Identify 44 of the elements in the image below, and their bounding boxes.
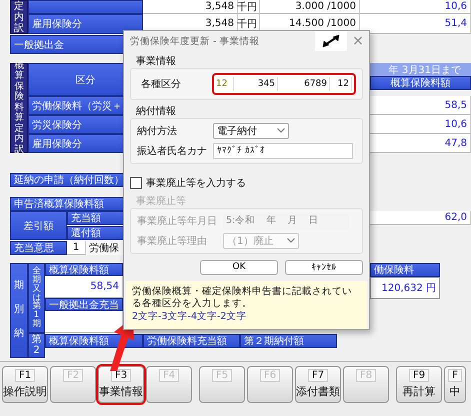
side-label: 第2 bbox=[28, 333, 45, 358]
help-text: 労働保険概算・確定保険料申告書に記載されている各種区分を入力します。 bbox=[132, 286, 353, 311]
row-label: 差引額 bbox=[10, 211, 67, 240]
column-header: 第２期納付額 bbox=[240, 334, 337, 348]
side-label: 定内訳 bbox=[10, 0, 28, 34]
column-header: 労働保険料充当額 bbox=[143, 334, 240, 348]
premium-cell: 51,4 bbox=[360, 14, 471, 34]
amount-cell: 58,54 bbox=[45, 276, 123, 298]
column-header: 概算保険料額 bbox=[45, 334, 143, 348]
amount-cell: 10,6 bbox=[370, 115, 471, 134]
column-header: 概算保険料額 bbox=[45, 263, 123, 276]
premium-cell: 10,6 bbox=[360, 0, 471, 14]
category-input-field[interactable]: 12 345 6789 12 bbox=[212, 72, 356, 95]
column-header: 年 3月31日まで bbox=[370, 63, 471, 76]
side-label: 全期又は第1期 bbox=[28, 263, 45, 333]
column-header: 一般拠出金充当 bbox=[45, 298, 123, 311]
expand-icon bbox=[321, 34, 341, 48]
unit-cell: 千円 bbox=[238, 0, 260, 14]
function-key-button[interactable]: F9 再計算 bbox=[396, 366, 442, 403]
expand-button[interactable] bbox=[315, 31, 347, 52]
ok-button[interactable]: OK bbox=[200, 260, 278, 275]
code-field[interactable]: 1 bbox=[67, 241, 86, 255]
row-label: 充当意思 bbox=[10, 241, 67, 255]
amount-cell: 47,8 bbox=[370, 134, 471, 153]
cancel-button[interactable]: ｷｬﾝｾﾙ bbox=[285, 260, 363, 275]
format-hint: 2文字-3文字-4文字-2文字 bbox=[132, 311, 248, 324]
function-key-button[interactable]: F1 操作説明 bbox=[2, 366, 48, 403]
name-input-field[interactable]: ﾔﾏｸﾞﾁ ｶｽﾞｵ bbox=[213, 142, 353, 159]
chevron-down-icon bbox=[287, 238, 295, 244]
row-label: 雇用保険分 bbox=[28, 14, 143, 34]
total-cell: 120,632 円 bbox=[370, 277, 440, 299]
column-header: 働保険料 bbox=[370, 263, 440, 277]
column-header: 概算保険料額 bbox=[370, 76, 471, 90]
amount-cell: 3,548 bbox=[143, 0, 238, 14]
side-label: 期別納 bbox=[10, 263, 28, 358]
rate-cell: 3.000 /1000 bbox=[260, 0, 360, 14]
function-key-button[interactable]: F7 添付書類 bbox=[295, 366, 341, 403]
chevron-down-icon bbox=[277, 128, 285, 134]
function-key-button[interactable]: F3 事業情報 bbox=[98, 366, 144, 403]
function-key-button[interactable]: F 中 bbox=[444, 366, 466, 403]
payment-method-dropdown[interactable]: 電子納付 bbox=[213, 122, 289, 139]
field-label: 各種区分 bbox=[140, 78, 182, 91]
amount-cell: 58,5 bbox=[370, 96, 471, 115]
amount-cell: 62,0 bbox=[370, 211, 471, 225]
